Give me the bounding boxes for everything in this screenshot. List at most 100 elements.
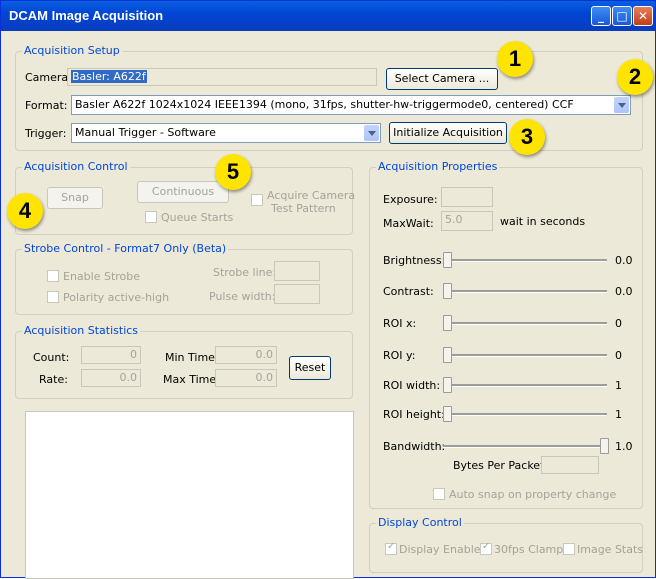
property-slider[interactable]	[443, 406, 607, 422]
pulse-width-label: Pulse width:	[209, 290, 276, 303]
display-enable-label: Display Enable	[399, 543, 481, 556]
exposure-input[interactable]	[441, 187, 493, 207]
strobe-line-label: Strobe line:	[213, 266, 277, 279]
acquisition-setup-legend: Acquisition Setup	[22, 44, 122, 57]
trigger-select[interactable]: Manual Trigger - Software	[71, 123, 381, 143]
auto-snap-checkbox[interactable]	[433, 488, 445, 500]
callout-5: 5	[215, 154, 251, 190]
acquisition-control-legend: Acquisition Control	[22, 160, 130, 173]
slider-track	[443, 322, 607, 325]
slider-thumb[interactable]	[443, 406, 452, 422]
test-pattern-label-2: Test Pattern	[271, 202, 336, 215]
trigger-value: Manual Trigger - Software	[75, 126, 216, 139]
callout-1: 1	[497, 41, 533, 77]
strobe-control-legend: Strobe Control - Format7 Only (Beta)	[22, 242, 229, 255]
slider-label: ROI height:	[383, 408, 445, 421]
camera-field: Basler: A622f	[67, 68, 377, 86]
polarity-label: Polarity active-high	[63, 291, 170, 304]
display-enable-checkbox[interactable]	[385, 541, 397, 555]
slider-label: Brightness:	[383, 254, 446, 267]
acquisition-properties-legend: Acquisition Properties	[376, 160, 500, 173]
maximize-icon: □	[616, 9, 628, 23]
max-time-value: 0.0	[215, 369, 277, 387]
slider-label: Bandwidth:	[383, 440, 446, 453]
slider-thumb[interactable]	[443, 252, 452, 268]
slider-track	[443, 259, 607, 262]
reset-button[interactable]: Reset	[289, 356, 331, 380]
maximize-button[interactable]: □	[612, 6, 632, 26]
slider-value: 0.0	[615, 254, 633, 267]
slider-value: 1	[615, 408, 622, 421]
property-slider[interactable]	[443, 252, 607, 268]
chevron-down-icon[interactable]	[614, 97, 629, 113]
minimize-button[interactable]: _	[591, 6, 611, 26]
slider-thumb[interactable]	[443, 347, 452, 363]
strobe-line-input[interactable]	[274, 261, 320, 281]
property-slider[interactable]	[443, 347, 607, 363]
rate-value: 0.0	[81, 369, 141, 387]
property-slider[interactable]	[443, 283, 607, 299]
callout-4: 4	[7, 193, 43, 229]
maxwait-input[interactable]: 5.0	[441, 211, 493, 231]
initialize-acquisition-button[interactable]: Initialize Acquisition	[389, 122, 507, 144]
slider-thumb[interactable]	[443, 377, 452, 393]
maxwait-label: MaxWait:	[383, 217, 434, 230]
slider-track	[443, 384, 607, 387]
slider-value: 1.0	[615, 440, 633, 453]
format-select[interactable]: Basler A622f 1024x1024 IEEE1394 (mono, 3…	[71, 95, 631, 115]
snap-button[interactable]: Snap	[47, 187, 103, 209]
slider-label: ROI x:	[383, 317, 417, 330]
slider-thumb[interactable]	[443, 283, 452, 299]
display-control-legend: Display Control	[376, 516, 464, 529]
camera-value: Basler: A622f	[71, 70, 147, 83]
exposure-label: Exposure:	[383, 193, 438, 206]
trigger-label: Trigger:	[25, 127, 67, 140]
close-icon: ✕	[637, 9, 649, 23]
test-pattern-checkbox[interactable]	[251, 194, 263, 206]
minimize-icon: _	[598, 9, 604, 23]
clamp-checkbox[interactable]	[480, 541, 492, 555]
clamp-label: 30fps Clamp	[494, 543, 564, 556]
slider-track	[443, 445, 607, 448]
image-stats-label: Image Stats	[577, 543, 644, 556]
image-display-area	[25, 411, 354, 579]
chevron-down-icon[interactable]	[364, 125, 379, 141]
bytes-per-packet-input[interactable]	[541, 456, 599, 474]
property-slider[interactable]	[443, 377, 607, 393]
slider-value: 1	[615, 379, 622, 392]
slider-label: Contrast:	[383, 285, 434, 298]
camera-label: Camera:	[25, 71, 72, 84]
slider-track	[443, 290, 607, 293]
callout-2: 2	[617, 59, 653, 95]
select-camera-button[interactable]: Select Camera ...	[386, 68, 498, 90]
title-bar: DCAM Image Acquisition _ □ ✕	[1, 1, 655, 31]
slider-label: ROI width:	[383, 379, 441, 392]
slider-thumb[interactable]	[600, 438, 609, 454]
app-window: DCAM Image Acquisition _ □ ✕ Acquisition…	[0, 0, 656, 579]
pulse-width-input[interactable]	[274, 284, 320, 304]
property-slider[interactable]	[443, 315, 607, 331]
close-button[interactable]: ✕	[633, 6, 653, 26]
bytes-per-packet-label: Bytes Per Packet	[453, 459, 545, 472]
slider-label: ROI y:	[383, 349, 416, 362]
slider-track	[443, 413, 607, 416]
count-label: Count:	[33, 351, 70, 364]
min-time-label: Min Time:	[165, 351, 219, 364]
test-pattern-label-1: Acquire Camera	[267, 189, 356, 202]
rate-label: Rate:	[39, 373, 68, 386]
property-slider[interactable]	[443, 438, 609, 454]
slider-thumb[interactable]	[443, 315, 452, 331]
format-value: Basler A622f 1024x1024 IEEE1394 (mono, 3…	[75, 98, 574, 111]
enable-strobe-checkbox[interactable]	[47, 270, 59, 282]
auto-snap-label: Auto snap on property change	[449, 488, 617, 501]
continuous-button[interactable]: Continuous	[137, 181, 229, 203]
slider-value: 0.0	[615, 285, 633, 298]
min-time-value: 0.0	[215, 346, 277, 364]
polarity-checkbox[interactable]	[47, 291, 59, 303]
maxwait-unit: wait in seconds	[500, 215, 586, 228]
image-stats-checkbox[interactable]	[563, 543, 575, 555]
queue-starts-checkbox[interactable]	[145, 211, 157, 223]
queue-starts-label: Queue Starts	[161, 211, 234, 224]
callout-3: 3	[509, 119, 545, 155]
slider-track	[443, 354, 607, 357]
